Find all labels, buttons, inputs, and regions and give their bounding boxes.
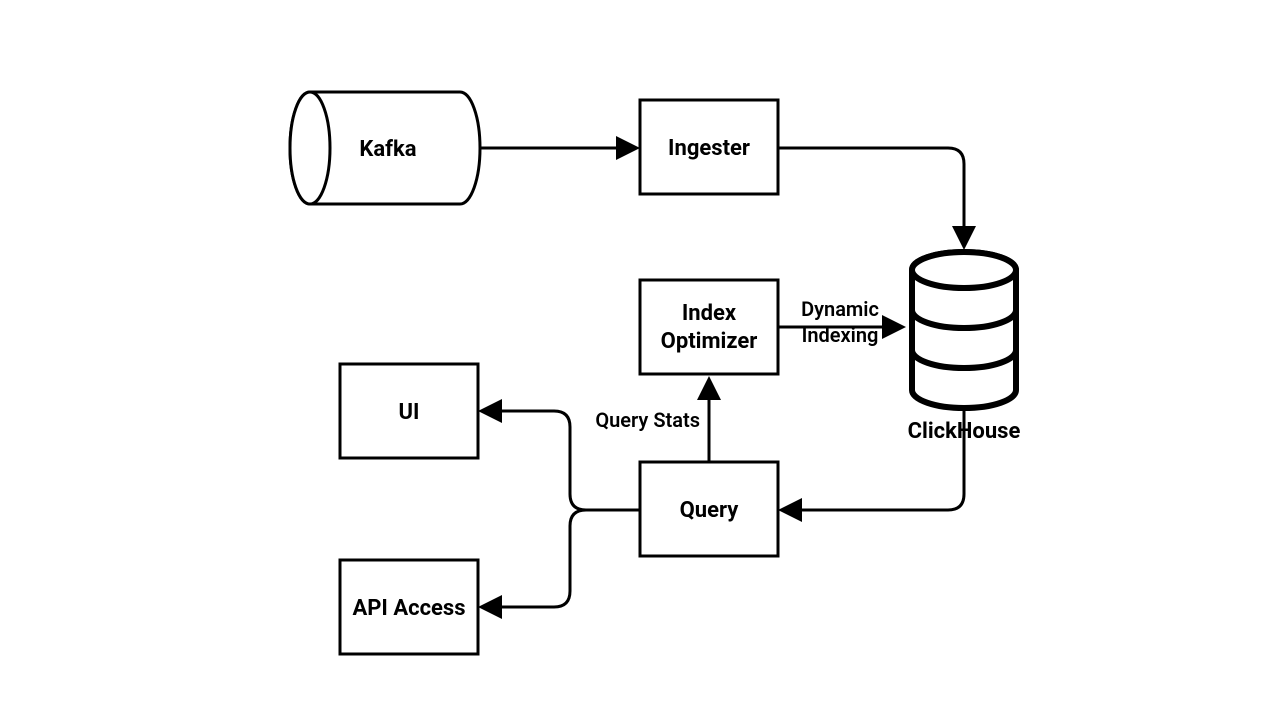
indexopt-label-2: Optimizer	[661, 329, 758, 354]
node-ingester: Ingester	[640, 100, 778, 194]
ingester-label: Ingester	[668, 136, 750, 161]
node-query: Query	[640, 462, 778, 556]
edge-query-api	[482, 510, 640, 607]
kafka-label: Kafka	[359, 137, 416, 162]
query-label: Query	[680, 498, 740, 523]
node-api-access: API Access	[340, 560, 478, 654]
node-kafka: Kafka	[290, 92, 480, 204]
node-index-optimizer: Index Optimizer	[640, 280, 778, 374]
node-ui: UI	[340, 364, 478, 458]
db-stack-icon	[912, 252, 1016, 408]
edge-query-indexopt: Query Stats	[595, 380, 709, 462]
api-label: API Access	[352, 596, 465, 621]
dynamic-indexing-label-1: Dynamic	[801, 297, 879, 321]
edge-indexopt-clickhouse: Dynamic Indexing	[778, 297, 902, 347]
architecture-diagram: Kafka Ingester ClickHouse Index Optimize…	[0, 0, 1280, 720]
edge-ingester-clickhouse	[778, 148, 964, 246]
query-stats-label: Query Stats	[595, 408, 700, 432]
dynamic-indexing-label-2: Indexing	[802, 323, 879, 347]
ui-label: UI	[399, 400, 420, 425]
indexopt-label-1: Index	[682, 301, 737, 326]
